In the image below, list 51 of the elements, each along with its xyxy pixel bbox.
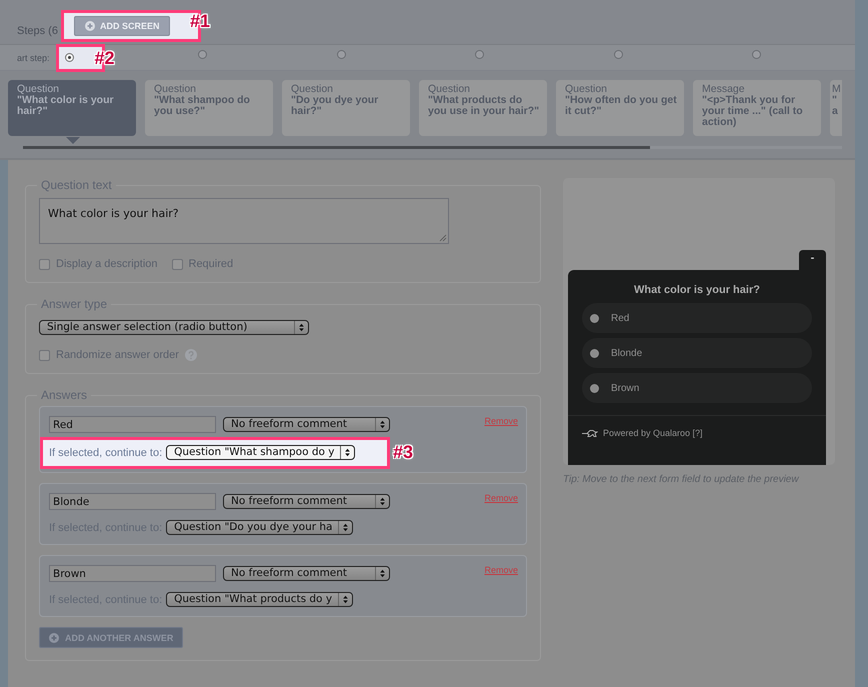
question-text-area[interactable]: What color is your hair? [39, 198, 449, 244]
continue-select[interactable]: Question "What shampoo do y [166, 445, 356, 460]
answer-input[interactable]: Red [49, 416, 216, 433]
checkbox[interactable] [172, 258, 182, 270]
step-card[interactable]: Question "Do you dye your hair?" [282, 80, 410, 136]
start-step-label: art step: [17, 52, 50, 62]
option-label: Brown [611, 382, 640, 394]
callout-number: #2 [94, 48, 115, 68]
horizontal-scrollbar[interactable] [23, 146, 842, 149]
option-radio[interactable] [590, 348, 599, 358]
comment-select[interactable]: No freeform comment [223, 566, 390, 581]
checkbox[interactable] [39, 258, 50, 270]
step-card[interactable]: Question "How often do you get it cut?" [556, 80, 684, 136]
step-card[interactable]: Message "<p>Thank you for your time ..." (call to action) [693, 80, 821, 136]
steps-label: Steps (6 [17, 25, 58, 37]
plus-circle-icon [49, 632, 59, 642]
continue-label: If selected, continue to: [49, 446, 162, 458]
start-step-radio[interactable] [614, 50, 623, 59]
plus-circle-icon [84, 21, 95, 31]
comment-select[interactable]: No freeform comment [223, 494, 390, 509]
powered-by-text: Powered by Qualaroo [?] [603, 428, 703, 438]
continue-select[interactable]: Question "What products do y [166, 592, 354, 607]
widget-option[interactable]: Brown [582, 373, 812, 403]
continue-select[interactable]: Question "Do you dye your ha [166, 520, 354, 535]
minimize-tab[interactable]: - [799, 250, 826, 270]
option-radio[interactable] [590, 384, 599, 392]
comment-select[interactable]: No freeform comment [223, 417, 390, 432]
checkbox[interactable] [39, 350, 50, 360]
option-radio[interactable] [590, 314, 599, 322]
kangaroo-icon [582, 428, 598, 438]
step-card[interactable]: M " a [830, 80, 842, 136]
help-icon[interactable] [184, 349, 197, 361]
widget-option[interactable]: Red [582, 303, 812, 333]
step-card[interactable]: Question "What color is your hair?" [8, 80, 136, 136]
step-card[interactable]: Question "What products do you use in your hair?" [419, 80, 547, 136]
answer-type-select[interactable]: Single answer selection (radio button) [39, 320, 309, 335]
answer-input[interactable]: Blonde [49, 493, 216, 510]
start-step-radio[interactable] [752, 50, 762, 59]
callout-number: #3 [392, 442, 413, 463]
step-card[interactable]: Question "What shampoo do you use?" [145, 80, 273, 136]
start-step-radio[interactable] [475, 50, 484, 59]
callout-number: #1 [190, 11, 210, 32]
widget-option[interactable]: Blonde [582, 338, 812, 368]
widget-question: What color is your hair? [633, 284, 761, 296]
start-step-radio[interactable] [198, 50, 208, 59]
answer-input[interactable]: Brown [49, 565, 216, 582]
start-step-radio[interactable] [64, 53, 74, 62]
resize-grip-icon [439, 234, 447, 242]
option-label: Red [611, 312, 630, 324]
start-step-radio[interactable] [336, 50, 346, 59]
option-label: Blonde [611, 348, 642, 358]
